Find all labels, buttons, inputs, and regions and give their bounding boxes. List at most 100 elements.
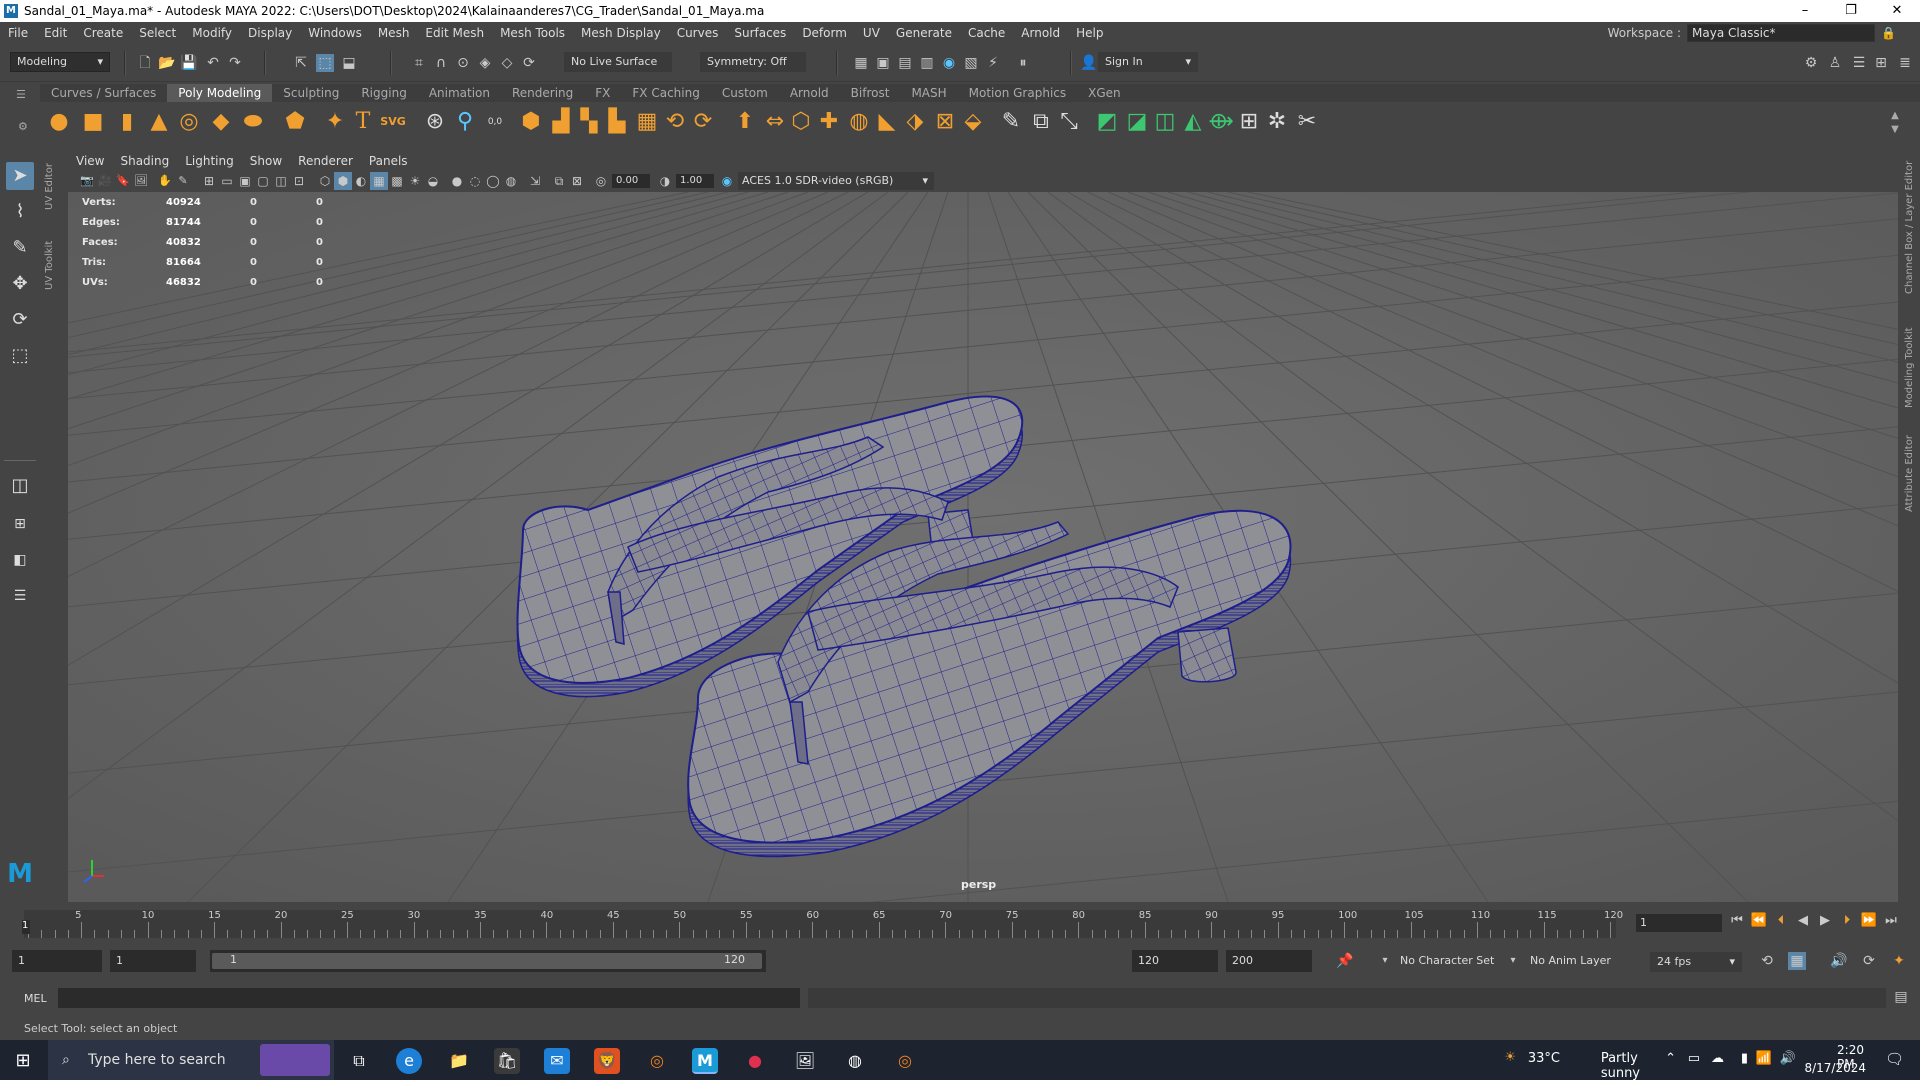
shelf-tab-rigging[interactable]: Rigging xyxy=(350,84,417,102)
range-slider-bar[interactable] xyxy=(212,953,762,969)
menu-windows[interactable]: Windows xyxy=(300,26,370,40)
textured-icon[interactable]: ▩ xyxy=(388,172,406,190)
shelf-tab-rendering[interactable]: Rendering xyxy=(501,84,584,102)
select-tool-icon[interactable]: ➤ xyxy=(6,162,34,190)
menu-mesh[interactable]: Mesh xyxy=(370,26,418,40)
resolution-gate-icon[interactable]: ▣ xyxy=(236,172,254,190)
pause-render-icon[interactable]: ⏸ xyxy=(1014,54,1032,72)
sound-icon[interactable]: 🔊 xyxy=(1830,952,1848,970)
xray-icon[interactable]: ⧉ xyxy=(550,172,568,190)
move-tool-icon[interactable]: ✥ xyxy=(6,270,34,298)
smooth-icon[interactable]: ▦ xyxy=(632,108,662,136)
windows-start-icon[interactable]: ⊞ xyxy=(10,1048,36,1074)
smooth-shade-icon[interactable]: ⬢ xyxy=(334,172,352,190)
paint-select-tool-icon[interactable]: ✎ xyxy=(6,234,34,262)
image-plane-icon[interactable]: 🖼 xyxy=(132,172,150,190)
uv-editor-tab[interactable]: UV Editor xyxy=(44,163,55,210)
render-settings-icon[interactable]: ▥ xyxy=(918,54,936,72)
film-gate-icon[interactable]: ▭ xyxy=(218,172,236,190)
select-object-icon[interactable]: ⬚ xyxy=(316,54,334,72)
viewport-menu-renderer[interactable]: Renderer xyxy=(290,152,361,170)
boolean-icon[interactable]: ⬢ xyxy=(516,108,546,136)
snap-point-icon[interactable]: ⊙ xyxy=(454,54,472,72)
weather-icon[interactable]: ☀ xyxy=(1504,1050,1516,1065)
run-icon[interactable]: ✦ xyxy=(1890,952,1908,970)
viewport-canvas[interactable] xyxy=(68,192,1898,902)
isolate-select-icon[interactable]: ⇲ xyxy=(526,172,544,190)
minimize-button[interactable]: – xyxy=(1782,0,1828,22)
poly-cube-icon[interactable]: ■ xyxy=(78,108,108,136)
shadows-icon[interactable]: ◒ xyxy=(424,172,442,190)
field-chart-icon[interactable]: ◫ xyxy=(272,172,290,190)
viewport-menu-show[interactable]: Show xyxy=(242,152,290,170)
timeline-ruler[interactable]: 5 10 15 20 25 30 35 40 45 50 55 60 65 70 75 80 85 90 95 100… xyxy=(24,910,1623,938)
menu-create[interactable]: Create xyxy=(75,26,131,40)
chevron-down-icon[interactable]: ▾ xyxy=(1376,952,1394,970)
hypershade-icon[interactable]: ◉ xyxy=(940,54,958,72)
modeling-toolkit-toggle-icon[interactable]: ⚙ xyxy=(1802,54,1820,72)
target-weld-icon[interactable]: ⤡ xyxy=(1054,108,1084,136)
snap-view-icon[interactable]: ◈ xyxy=(476,54,494,72)
maya-taskbar-icon[interactable]: M xyxy=(692,1048,718,1074)
maya-home-icon[interactable]: M xyxy=(6,860,34,888)
bevel-icon[interactable]: ⬡ xyxy=(786,108,816,136)
loop-icon[interactable]: ⟲ xyxy=(1758,952,1776,970)
save-scene-icon[interactable]: 💾 xyxy=(180,54,198,72)
animation-start-field[interactable]: 1 xyxy=(12,950,102,972)
snap-grid-icon[interactable]: ⌗ xyxy=(410,54,428,72)
snap-surface-icon[interactable]: ◇ xyxy=(498,54,516,72)
multi-cut-icon[interactable]: ✎ xyxy=(996,108,1026,136)
poly-count-icon[interactable]: 0,0 xyxy=(480,108,510,136)
cached-playback-icon[interactable]: ▦ xyxy=(1788,952,1806,970)
menu-modify[interactable]: Modify xyxy=(184,26,240,40)
poke-icon[interactable]: ⬗ xyxy=(900,108,930,136)
use-all-lights-icon[interactable]: ☀ xyxy=(406,172,424,190)
modeling-toolkit-tab[interactable]: Modeling Toolkit xyxy=(1904,327,1915,408)
uv-spherical-icon[interactable]: ◫ xyxy=(1150,108,1180,136)
channel-box-toggle-icon[interactable]: ≣ xyxy=(1896,54,1914,72)
gate-mask-icon[interactable]: ▢ xyxy=(254,172,272,190)
attribute-editor-tab[interactable]: Attribute Editor xyxy=(1904,435,1915,512)
open-scene-icon[interactable]: 📂 xyxy=(158,54,176,72)
mirror-icon[interactable]: ▙ xyxy=(602,108,632,136)
wireframe-on-shaded-icon[interactable]: ▦ xyxy=(370,172,388,190)
exposure-field[interactable]: 0.00 xyxy=(612,174,650,188)
select-hierarchy-icon[interactable]: ⇱ xyxy=(292,54,310,72)
live-surface-field[interactable]: No Live Surface xyxy=(564,52,672,72)
edge-browser-icon[interactable]: e xyxy=(396,1048,422,1074)
camera-select-icon[interactable]: 📷 xyxy=(78,172,96,190)
menu-help[interactable]: Help xyxy=(1068,26,1111,40)
viewport-menu-panels[interactable]: Panels xyxy=(361,152,416,170)
script-editor-icon[interactable]: ▤ xyxy=(1892,988,1910,1006)
anti-aliasing-icon[interactable]: ◯ xyxy=(484,172,502,190)
animation-end-field[interactable]: 200 xyxy=(1226,950,1312,972)
shelf-tab-xgen[interactable]: XGen xyxy=(1077,84,1132,102)
playback-end-field[interactable]: 120 xyxy=(1132,950,1218,972)
tool-settings-toggle-icon[interactable]: ⊞ xyxy=(1872,54,1890,72)
app-photo-icon[interactable]: 🖼 xyxy=(792,1048,818,1074)
onedrive-icon[interactable]: ☁ xyxy=(1711,1051,1724,1066)
battery-icon[interactable]: ▮ xyxy=(1741,1051,1748,1066)
type-tool-icon[interactable]: T xyxy=(348,108,378,136)
go-to-start-icon[interactable]: ⏮ xyxy=(1728,912,1746,930)
uv-auto-icon[interactable]: ◭ xyxy=(1178,108,1208,136)
grid-toggle-icon[interactable]: ⊞ xyxy=(200,172,218,190)
menu-generate[interactable]: Generate xyxy=(888,26,960,40)
poly-disc-icon[interactable]: ⬬ xyxy=(238,108,268,136)
gamma-icon[interactable]: ◑ xyxy=(656,172,674,190)
auto-key-icon[interactable]: 📌 xyxy=(1336,952,1354,970)
go-to-end-icon[interactable]: ⏭ xyxy=(1882,912,1900,930)
shelf-tab-fx[interactable]: FX xyxy=(584,84,621,102)
weather-temp[interactable]: 33°C xyxy=(1528,1051,1560,1066)
play-forwards-icon[interactable]: ▶ xyxy=(1816,912,1834,930)
uv-planar-icon[interactable]: ◩ xyxy=(1092,108,1122,136)
uv-layout-icon[interactable]: ⊞ xyxy=(1234,108,1264,136)
tray-device-icon[interactable]: ▭ xyxy=(1688,1051,1700,1066)
svg-tool-icon[interactable]: SVG xyxy=(378,108,408,136)
shelf-tab-poly-modeling[interactable]: Poly Modeling xyxy=(167,84,273,102)
sign-in-dropdown[interactable]: Sign In ▾ xyxy=(1098,52,1198,72)
shelf-settings-icon[interactable]: ⚙ xyxy=(18,120,30,133)
menu-mesh-tools[interactable]: Mesh Tools xyxy=(492,26,573,40)
render-icon[interactable]: ▦ xyxy=(852,54,870,72)
viewport-menu-lighting[interactable]: Lighting xyxy=(177,152,242,170)
